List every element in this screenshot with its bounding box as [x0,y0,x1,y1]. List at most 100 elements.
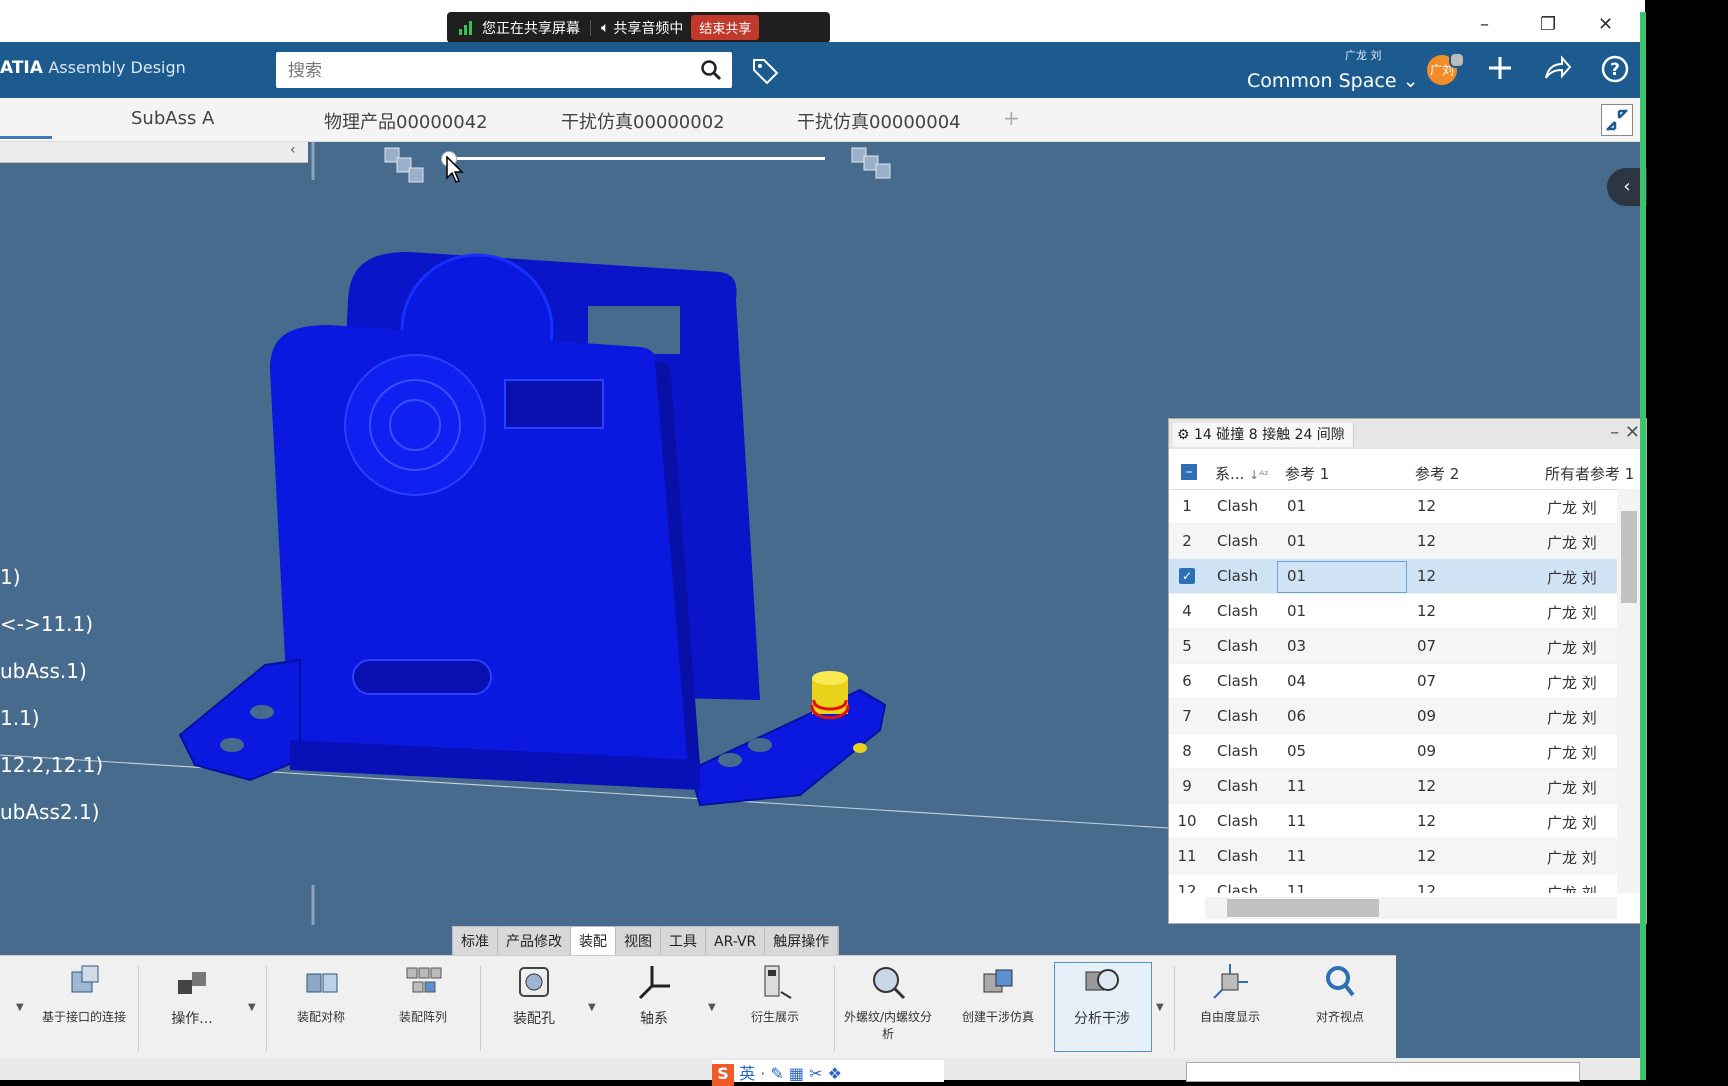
minimize-icon[interactable]: – [1480,14,1489,35]
tree-item[interactable]: ubAss2.1) [0,800,100,824]
dropdown-arrow-icon[interactable]: ▼ [16,1002,24,1013]
column-header-type[interactable]: 系... ↓ᴬᶻ [1215,463,1269,484]
dropdown-arrow-icon[interactable]: ▼ [588,1002,596,1013]
screen-share-bar: 您正在共享屏幕 🔈︎ 共享音频中 结束共享 [447,12,830,43]
chevron-left-icon[interactable]: ‹ [290,142,296,158]
column-header-ref1[interactable]: 参考 1 [1285,463,1329,484]
table-row[interactable]: 5 Clash 03 07 广龙 刘 [1169,629,1617,664]
svg-text:?: ? [1610,60,1620,80]
signal-icon [459,20,472,35]
search-input[interactable] [286,52,670,90]
table-row[interactable]: 1 Clash 01 12 广龙 刘 [1169,489,1617,524]
assembly-hole-tool[interactable]: 装配孔 [484,962,584,1028]
ime-logo-icon: S [712,1064,734,1086]
add-tab-button[interactable]: + [1003,106,1020,130]
select-all-checkbox[interactable]: – [1181,464,1197,480]
space-selector[interactable]: Common Space ⌄ [1247,70,1418,92]
section-tab-standard[interactable]: 标准 [453,927,498,957]
align-viewpoint-tool[interactable]: 对齐视点 [1290,962,1390,1025]
table-row-selected[interactable]: ✓ Clash 01 12 广龙 刘 [1169,559,1617,594]
column-header-owner[interactable]: 所有者参考 1 [1545,463,1634,484]
table-row[interactable]: 12 Clash 11 12 广龙 刘 [1169,874,1617,893]
chevron-down-icon: ⌄ [1402,70,1419,92]
assembly-hole-icon [514,962,554,1002]
tree-item[interactable]: 1) [0,565,21,589]
tab-clash-simulation-4[interactable]: 干扰仿真00000004 [797,108,961,134]
table-row[interactable]: 7 Clash 06 09 广龙 刘 [1169,699,1617,734]
section-tab-product-edit[interactable]: 产品修改 [498,927,571,957]
dropdown-arrow-icon[interactable]: ▼ [1156,1002,1164,1013]
table-row[interactable]: 6 Clash 04 07 广龙 刘 [1169,664,1617,699]
search-box[interactable] [276,52,732,90]
tree-item[interactable]: 1.1) [0,706,40,730]
table-row[interactable]: 8 Clash 05 09 广龙 刘 [1169,734,1617,769]
manipulate-tool[interactable]: 操作... [142,962,242,1028]
share-icon[interactable] [1542,54,1572,82]
panel-title-tab[interactable]: ⚙︎ 14 碰撞 8 接触 24 间隙 [1173,423,1354,447]
search-icon[interactable] [700,59,722,81]
row-checkbox-checked[interactable]: ✓ [1179,568,1195,584]
active-tab-indicator [0,136,52,139]
analyze-clash-icon [1082,962,1122,1002]
section-tab-tools[interactable]: 工具 [661,927,706,957]
explode-slider-track[interactable] [450,157,825,160]
dropdown-arrow-icon[interactable]: ▼ [248,1002,256,1013]
vertical-scroll-thumb[interactable] [1621,511,1637,603]
assembly-symmetry-tool[interactable]: 装配对称 [271,962,371,1025]
plus-icon[interactable] [1486,54,1514,82]
tag-icon[interactable] [750,56,780,86]
table-row[interactable]: 2 Clash 01 12 广龙 刘 [1169,524,1617,559]
tab-clash-simulation-2[interactable]: 干扰仿真00000002 [561,108,725,134]
section-tab-view[interactable]: 视图 [616,927,661,957]
sort-icon[interactable]: ↓ᴬᶻ [1249,468,1269,482]
section-tab-touch[interactable]: 触屏操作 [765,927,839,957]
tab-subass-a[interactable]: SubAss A [131,108,214,129]
table-body: 1 Clash 01 12 广龙 刘 2 Clash 01 12 广龙 刘 ✓ Clash 01 12… [1169,489,1617,893]
table-row[interactable]: 4 Clash 01 12 广龙 刘 [1169,594,1617,629]
sharing-status: 您正在共享屏幕 [482,20,580,37]
ime-tools-icon[interactable]: · ✎ ▦ ✂ ❖ [760,1064,842,1083]
dropdown-arrow-icon[interactable]: ▼ [708,1002,716,1013]
table-row[interactable]: 10 Clash 11 12 广龙 刘 [1169,804,1617,839]
collapse-icon[interactable] [1601,104,1633,136]
table-header: – 系... ↓ᴬᶻ 参考 1 参考 2 所有者参考 1 [1169,455,1646,490]
thread-analysis-icon [868,962,908,1002]
derived-representation-icon [755,962,795,1002]
command-input[interactable] [1186,1062,1580,1082]
ime-toolbar[interactable]: S 英 · ✎ ▦ ✂ ❖ [712,1060,944,1086]
selected-cell [1277,561,1407,593]
degrees-of-freedom-tool[interactable]: 自由度显示 [1180,962,1280,1025]
horizontal-scroll-thumb[interactable] [1227,899,1379,917]
degrees-of-freedom-icon [1210,962,1250,1002]
assembly-symmetry-icon [301,962,341,1002]
derived-representation-tool[interactable]: 衍生展示 [725,962,825,1025]
restore-icon[interactable]: ❐ [1540,14,1556,35]
tree-item[interactable]: <->11.1) [0,612,93,636]
divider [1174,966,1175,1051]
minimize-panel-icon[interactable]: – [1610,422,1625,443]
column-header-ref2[interactable]: 参考 2 [1415,463,1459,484]
close-panel-icon[interactable]: ✕ [1625,422,1640,443]
table-row[interactable]: 9 Clash 11 12 广龙 刘 [1169,769,1617,804]
tree-item[interactable]: 12.2,12.1) [0,753,103,777]
assembly-pattern-tool[interactable]: 装配阵列 [373,962,473,1025]
thread-analysis-tool[interactable]: 外螺纹/内螺纹分析 [838,962,938,1042]
end-share-button[interactable]: 结束共享 [691,15,760,40]
clash-icon: ⚙︎ [1177,427,1190,443]
help-icon[interactable]: ? [1600,54,1630,84]
section-tab-assembly[interactable]: 装配 [571,927,616,957]
interference-panel: ⚙︎ 14 碰撞 8 接触 24 间隙 – ✕ – 系... ↓ᴬᶻ 参考 1 … [1168,418,1647,924]
axis-system-tool[interactable]: 轴系 [604,962,704,1028]
analyze-clash-tool[interactable]: 分析干涉 [1052,962,1152,1028]
speaker-icon: 🔈︎ [601,19,610,36]
avatar-status-badge [1449,52,1465,68]
table-row[interactable]: 11 Clash 11 12 广龙 刘 [1169,839,1617,874]
divider [138,966,139,1051]
section-tab-ar-vr[interactable]: AR-VR [706,927,766,957]
assembly-pattern-icon [403,962,443,1002]
interface-connection-tool[interactable]: 基于接口的连接 [34,962,134,1025]
create-clash-simulation-tool[interactable]: 创建干涉仿真 [948,962,1048,1025]
tree-item[interactable]: ubAss.1) [0,659,87,683]
close-icon[interactable]: ✕ [1598,14,1613,35]
tab-physical-product[interactable]: 物理产品00000042 [324,108,488,134]
